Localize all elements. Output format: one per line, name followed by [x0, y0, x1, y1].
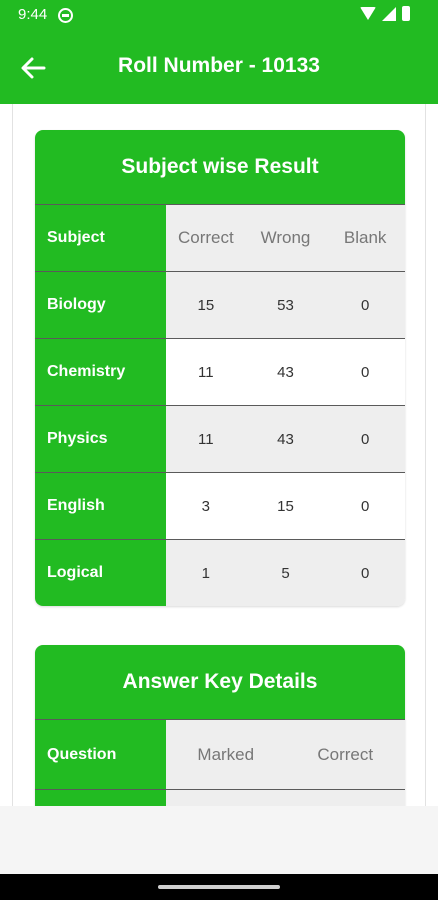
bottom-blank-area [0, 806, 438, 874]
cell-correct: 11 [198, 363, 214, 381]
answer-key-card: Answer Key Details Question Marked Corre… [35, 645, 405, 806]
status-bar: 9:44 [0, 0, 438, 32]
row-subject: Physics [35, 406, 166, 472]
cell-correct: 15 [197, 296, 215, 314]
row-subject: Biology [35, 272, 166, 338]
cell-blank: 0 [361, 430, 370, 448]
question-column-header: Question [35, 720, 166, 789]
marked-column-header: Marked [197, 744, 255, 764]
home-gesture-handle[interactable] [158, 885, 280, 889]
scroll-content[interactable]: Subject wise Result Subject Correct Wron… [12, 104, 426, 806]
cell-blank: 0 [361, 497, 370, 515]
cell-blank: 0 [361, 564, 370, 582]
wrong-column-header: Wrong [260, 228, 311, 247]
cell-correct: 1 [201, 564, 210, 582]
subject-result-card: Subject wise Result Subject Correct Wron… [35, 130, 405, 606]
cell-wrong: 15 [277, 497, 294, 515]
app-bar: Roll Number - 10133 [0, 32, 438, 104]
subject-result-title: Subject wise Result [35, 130, 405, 204]
cell-wrong: 43 [277, 430, 294, 448]
cell-blank: 0 [361, 363, 370, 381]
table-row [35, 789, 405, 806]
row-subject: Logical [35, 540, 166, 606]
app-notification-icon [58, 8, 73, 23]
row-subject: English [35, 473, 166, 539]
table-row: Chemistry 11 43 0 [35, 338, 405, 405]
page-title: Roll Number - 10133 [118, 54, 320, 77]
cell-correct: 3 [201, 497, 210, 515]
table-row: Logical 1 5 0 [35, 539, 405, 606]
cell-wrong: 43 [277, 363, 294, 381]
answer-key-title: Answer Key Details [35, 645, 405, 719]
battery-icon [402, 6, 410, 21]
row-subject: Chemistry [35, 339, 166, 405]
table-row: Biology 15 53 0 [35, 271, 405, 338]
blank-column-header: Blank [343, 228, 387, 247]
correct-column-header: Correct [317, 744, 374, 764]
subject-header-row: Subject Correct Wrong Blank [35, 204, 405, 271]
status-time: 9:44 [18, 6, 48, 23]
cell-blank: 0 [361, 296, 370, 314]
correct-column-header: Correct [177, 228, 234, 247]
subject-column-header: Subject [35, 205, 166, 271]
status-icons [360, 6, 410, 21]
cell-wrong: 5 [281, 564, 290, 582]
cell-correct: 11 [198, 430, 214, 448]
cell-wrong: 53 [277, 296, 294, 314]
header-cells: Correct Wrong Blank [166, 205, 405, 271]
table-row: English 3 15 0 [35, 472, 405, 539]
system-nav-bar [0, 874, 438, 900]
signal-icon [382, 6, 396, 21]
wifi-icon [360, 7, 376, 20]
table-row: Physics 11 43 0 [35, 405, 405, 472]
answer-key-header-row: Question Marked Correct [35, 719, 405, 789]
